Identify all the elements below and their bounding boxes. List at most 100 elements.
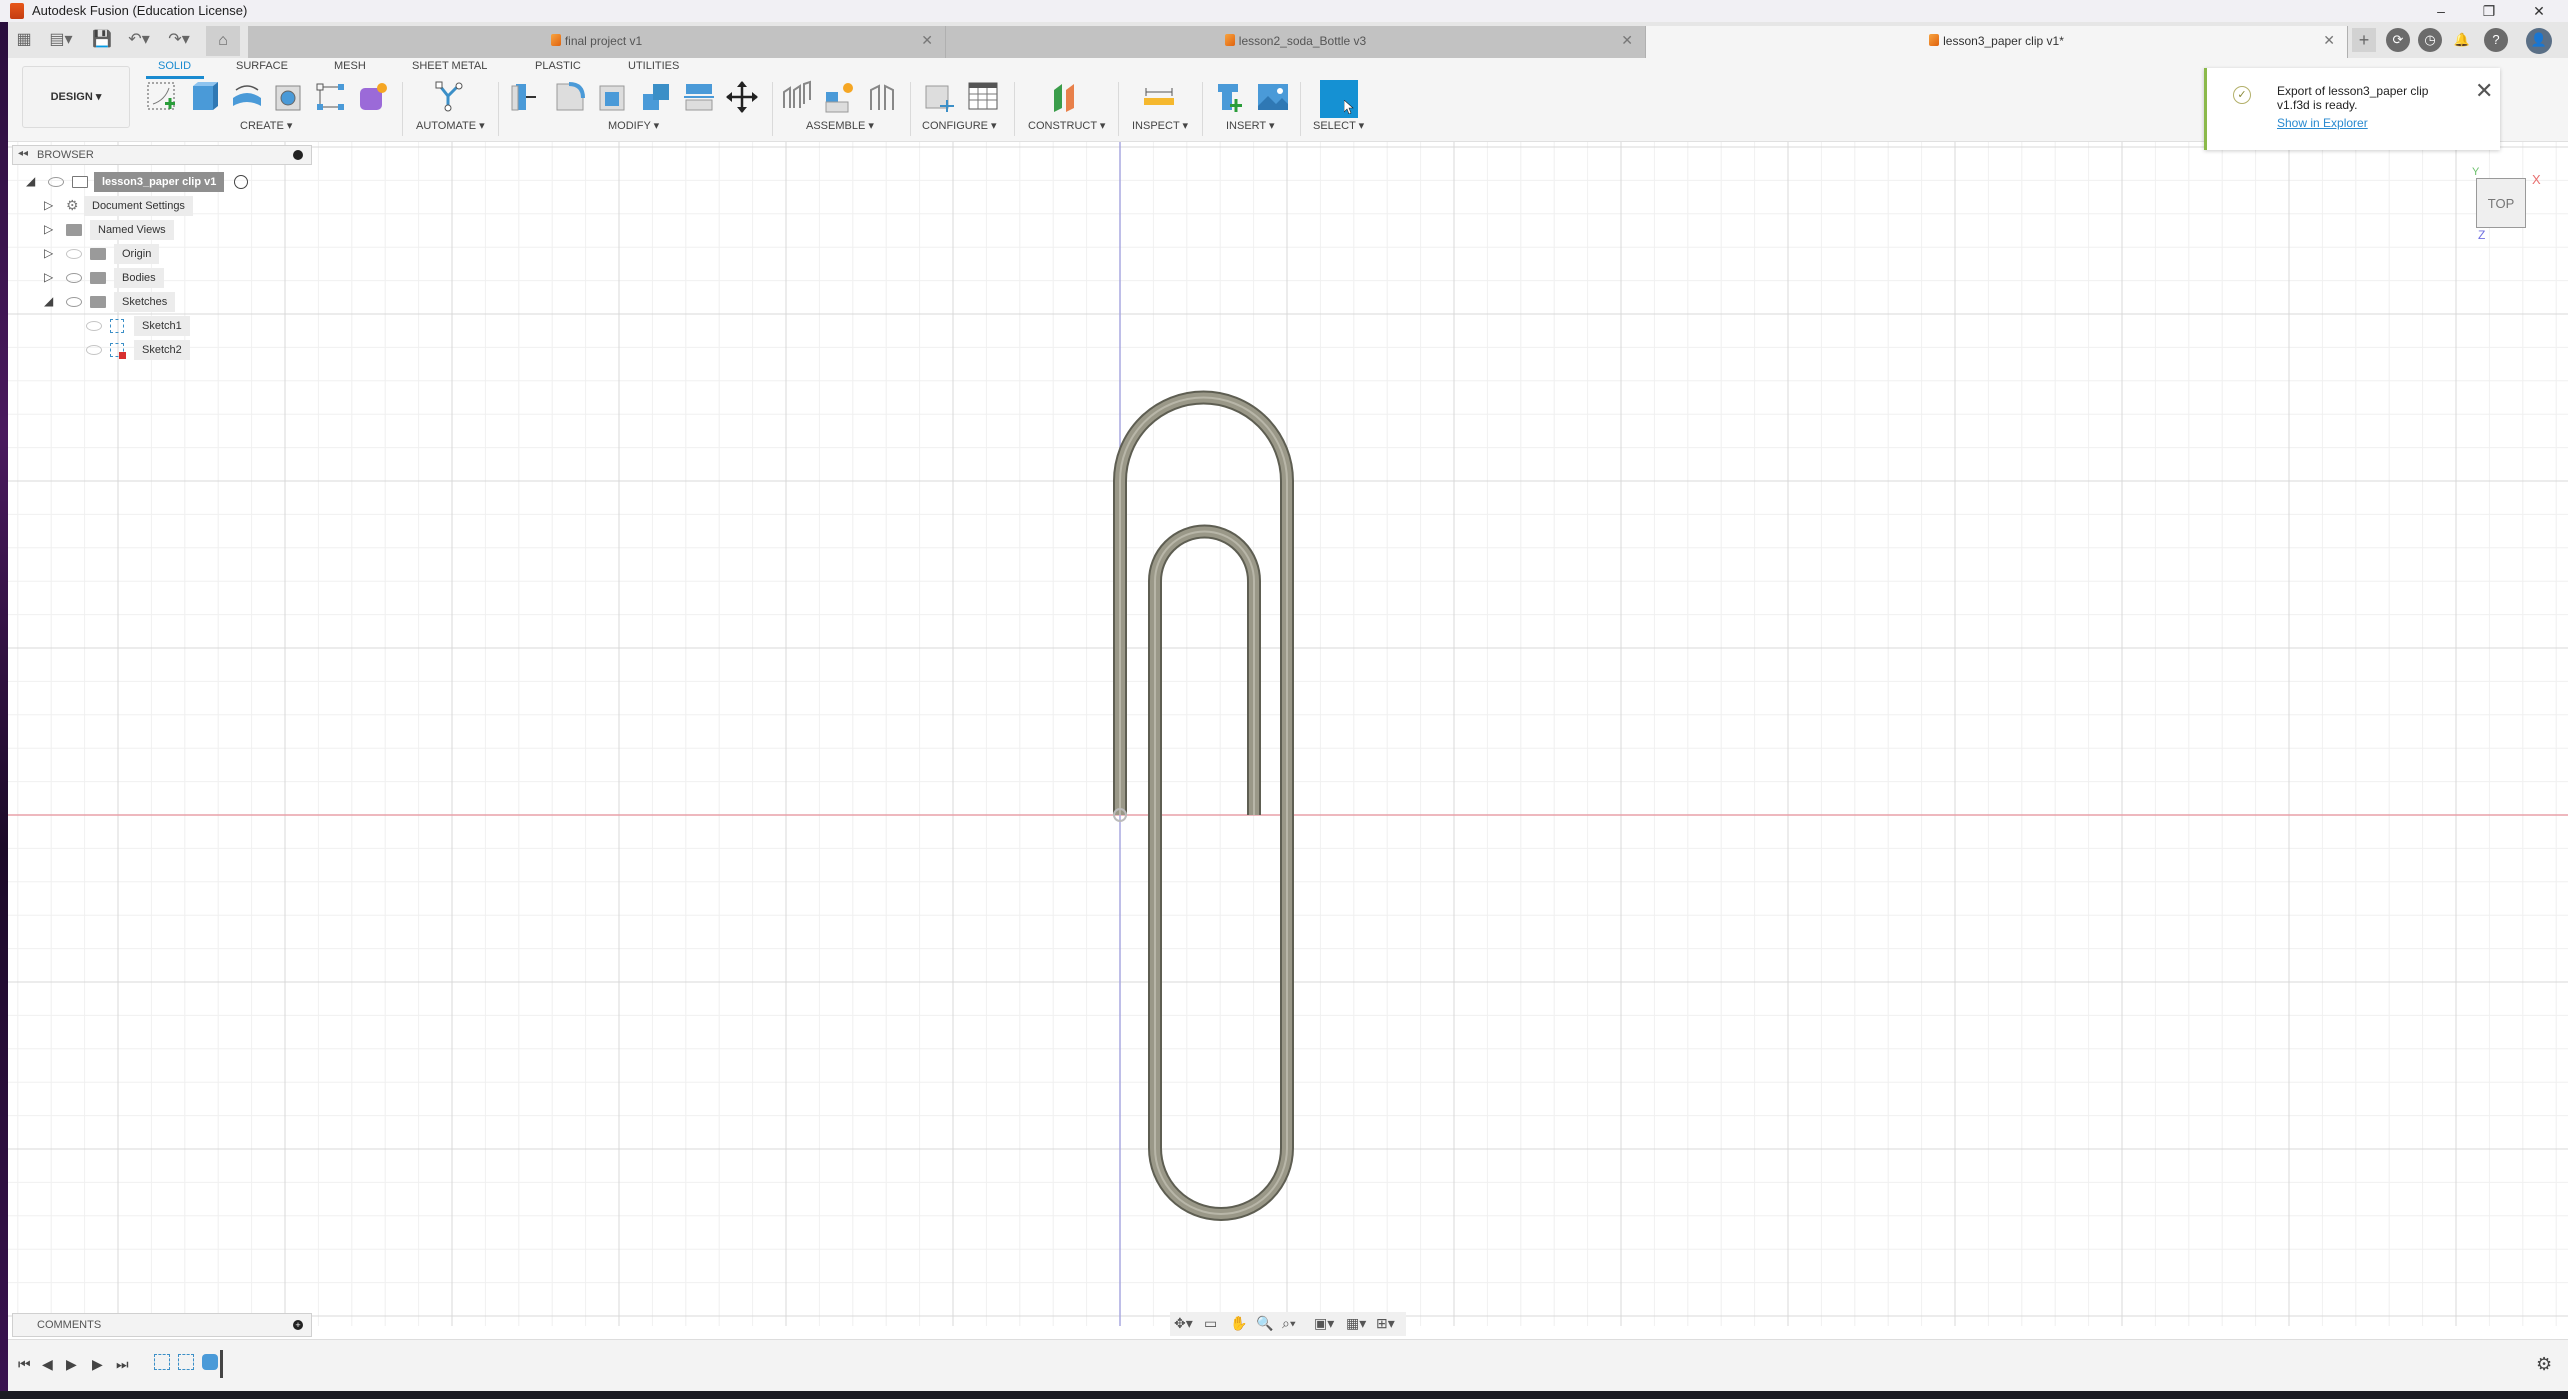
doc-tab-soda-bottle[interactable]: lesson2_soda_Bottle v3 ✕ [946,26,1646,58]
collapse-arrow-icon[interactable]: ◢ [44,294,56,308]
job-status-icon[interactable]: ◷ [2418,28,2442,52]
workspace-switcher-button[interactable]: DESIGN ▾ [22,66,130,128]
collapse-panel-icon[interactable]: ◂◂ [18,148,28,159]
doc-tab-paper-clip[interactable]: lesson3_paper clip v1* ✕ [1646,26,2348,58]
activate-radio-icon[interactable] [234,175,248,189]
browser-item-sketch2[interactable]: Sketch2 [86,340,236,362]
move-copy-icon[interactable] [725,80,759,114]
visibility-eye-icon[interactable] [66,273,82,283]
shell-icon[interactable] [596,80,630,114]
visibility-hidden-icon[interactable] [86,321,102,331]
close-tab-icon[interactable]: ✕ [921,32,933,49]
browser-item-sketch1[interactable]: Sketch1 [86,316,236,338]
look-at-icon[interactable]: ▭ [1204,1315,1217,1332]
create-sketch-icon[interactable] [145,80,179,114]
browser-root-item[interactable]: ◢ lesson3_paper clip v1 [26,172,266,194]
timeline-first-icon[interactable]: ⏮ [18,1356,31,1373]
viewports-icon[interactable]: ⊞▾ [1376,1315,1395,1332]
doc-tab-final-project[interactable]: final project v1 ✕ [248,26,946,58]
as-built-joint-icon[interactable] [865,80,899,114]
construct-plane-icon[interactable] [1048,80,1082,114]
timeline-sketch1-feature[interactable] [154,1354,170,1370]
timeline-settings-icon[interactable]: ⚙ [2536,1354,2552,1375]
browser-item-origin[interactable]: ▷ Origin [44,244,244,266]
configuration-table-icon[interactable] [966,80,1000,114]
insert-derive-icon[interactable] [1214,80,1248,114]
close-tab-icon[interactable]: ✕ [1621,32,1633,49]
fillet-icon[interactable] [553,80,587,114]
expand-arrow-icon[interactable]: ▷ [44,198,56,212]
file-menu-icon[interactable]: ▤▾ [46,28,76,52]
revolve-icon[interactable] [230,80,264,114]
measure-icon[interactable] [1142,80,1176,114]
inspect-menu[interactable]: INSPECT ▾ [1132,119,1188,132]
timeline-sweep-feature[interactable] [202,1354,218,1370]
close-tab-icon[interactable]: ✕ [2323,32,2335,49]
expand-arrow-icon[interactable]: ▷ [44,270,56,284]
tab-utilities[interactable]: UTILITIES [628,60,679,72]
close-window-button[interactable]: ✕ [2516,0,2562,22]
create-menu[interactable]: CREATE ▾ [240,119,292,132]
minimize-button[interactable]: – [2418,0,2464,22]
expand-arrow-icon[interactable]: ▷ [44,246,56,260]
zoom-icon[interactable]: 🔍 [1256,1315,1273,1332]
timeline-last-icon[interactable]: ⏭ [116,1356,129,1373]
expand-arrow-icon[interactable]: ▷ [44,222,56,236]
visibility-hidden-icon[interactable] [86,345,102,355]
grid-snaps-icon[interactable]: ▦▾ [1346,1315,1366,1332]
press-pull-icon[interactable] [510,80,544,114]
collapse-arrow-icon[interactable]: ◢ [26,174,38,188]
construct-menu[interactable]: CONSTRUCT ▾ [1028,119,1105,132]
timeline-play-icon[interactable]: ▶ [66,1356,77,1373]
split-body-icon[interactable] [682,80,716,114]
redo-icon[interactable]: ↷▾ [164,28,194,52]
extensions-icon[interactable]: ⟳ [2386,28,2410,52]
visibility-hidden-icon[interactable] [66,249,82,259]
new-tab-icon[interactable]: + [2352,28,2376,52]
browser-item-document-settings[interactable]: ▷ ⚙ Document Settings [44,196,244,218]
show-in-explorer-link[interactable]: Show in Explorer [2277,116,2368,130]
notifications-icon[interactable]: 🔔 [2450,28,2474,52]
tab-mesh[interactable]: MESH [334,60,366,72]
insert-canvas-icon[interactable] [1256,80,1290,114]
add-comment-icon[interactable]: + [293,1320,303,1330]
comments-panel-header[interactable]: COMMENTS + [12,1313,312,1337]
extrude-icon[interactable] [188,80,222,114]
tab-plastic[interactable]: PLASTIC [535,60,581,72]
configure-icon[interactable] [922,80,956,114]
save-icon[interactable]: 💾 [90,28,114,52]
modify-menu[interactable]: MODIFY ▾ [608,119,659,132]
home-icon[interactable]: ⌂ [206,26,240,56]
view-cube[interactable]: TOP [2476,178,2526,228]
3d-viewport-canvas[interactable] [8,142,2568,1326]
automate-menu[interactable]: AUTOMATE ▾ [416,119,485,132]
assemble-menu[interactable]: ASSEMBLE ▾ [806,119,874,132]
orbit-icon[interactable]: ✥▾ [1174,1315,1193,1332]
combine-icon[interactable] [639,80,673,114]
visibility-eye-icon[interactable] [48,177,64,187]
select-tool-button[interactable] [1320,80,1358,118]
pin-panel-icon[interactable] [293,150,303,160]
timeline-marker[interactable] [220,1350,223,1378]
undo-icon[interactable]: ↶▾ [124,28,154,52]
hole-icon[interactable] [272,80,306,114]
fit-icon[interactable]: ⌕▾ [1282,1315,1296,1332]
create-form-icon[interactable] [356,80,390,114]
timeline-previous-icon[interactable]: ◀ [42,1356,53,1373]
tab-sheet-metal[interactable]: SHEET METAL [412,60,487,72]
browser-panel-header[interactable]: ◂◂ BROWSER [12,145,312,165]
browser-item-sketches[interactable]: ◢ Sketches [44,292,244,314]
tab-surface[interactable]: SURFACE [236,60,288,72]
pattern-icon[interactable] [314,80,348,114]
pan-icon[interactable]: ✋ [1230,1315,1247,1332]
display-settings-icon[interactable]: ▣▾ [1314,1315,1334,1332]
timeline-sketch2-feature[interactable] [178,1354,194,1370]
data-panel-grid-icon[interactable]: ▦ [14,28,34,52]
browser-item-named-views[interactable]: ▷ Named Views [44,220,244,242]
joint-icon[interactable] [780,80,814,114]
automate-icon[interactable] [432,80,466,114]
maximize-button[interactable]: ❐ [2466,0,2512,22]
select-menu[interactable]: SELECT ▾ [1313,119,1364,132]
tab-solid[interactable]: SOLID [158,60,191,72]
browser-item-bodies[interactable]: ▷ Bodies [44,268,244,290]
